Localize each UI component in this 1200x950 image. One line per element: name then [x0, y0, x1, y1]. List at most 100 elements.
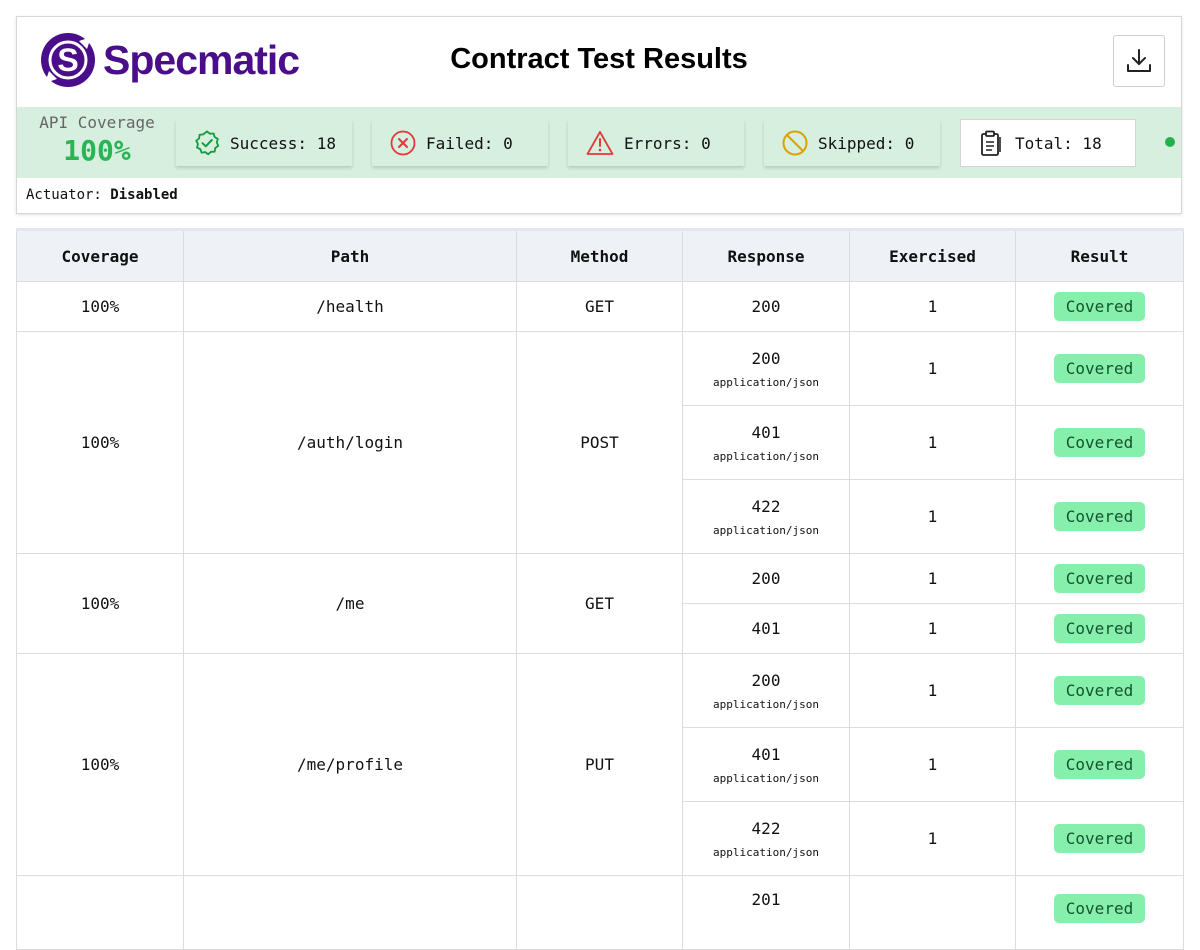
total-count: Total: 18: [1015, 133, 1102, 153]
failed-count: Failed: 0: [426, 133, 513, 153]
response-cell: 200: [682, 553, 850, 604]
response-content-type: application/json: [713, 697, 819, 711]
skipped-count: Skipped: 0: [818, 133, 915, 153]
method-cell: GET: [516, 281, 683, 332]
response-cell: 200 application/json: [682, 653, 850, 728]
result-cell: Covered: [1015, 479, 1184, 554]
page-title: Contract Test Results: [450, 43, 748, 75]
path-cell: /me: [183, 553, 517, 654]
covered-badge: Covered: [1053, 502, 1146, 531]
x-circle-icon: [390, 130, 416, 156]
response-status: 401: [751, 619, 781, 638]
status-ok-indicator: [1165, 137, 1175, 147]
errors-count: Errors: 0: [624, 133, 711, 153]
exercised-cell: 1: [849, 801, 1016, 876]
covered-badge: Covered: [1053, 564, 1146, 593]
coverage-label: API Coverage: [39, 113, 155, 132]
response-status: 200: [751, 297, 781, 316]
check-circle-icon: [194, 130, 220, 156]
response-status: 200: [751, 670, 781, 690]
response-status: 401: [751, 744, 781, 764]
download-icon: [1127, 49, 1151, 72]
total-filter[interactable]: Total: 18: [960, 119, 1136, 167]
method-cell: POST: [516, 331, 683, 554]
coverage-cell: 100%: [16, 281, 184, 332]
header: S Specmatic Contract Test Results: [17, 17, 1181, 107]
path-cell: /auth/login: [183, 331, 517, 554]
response-status: 200: [751, 569, 781, 588]
column-header-exercised[interactable]: Exercised: [849, 229, 1016, 282]
api-coverage: API Coverage 100%: [31, 113, 163, 167]
exercised-cell: 1: [849, 727, 1016, 802]
exercised-cell: 1: [849, 331, 1016, 406]
actuator-status: Actuator: Disabled: [26, 187, 178, 203]
result-cell: Covered: [1015, 801, 1184, 876]
download-button[interactable]: [1113, 35, 1165, 87]
table-row[interactable]: 100% /auth/login POST 200 application/jso…: [16, 331, 1184, 554]
covered-badge: Covered: [1053, 292, 1146, 321]
exercised-cell: 1: [849, 405, 1016, 480]
path-cell: /health: [183, 281, 517, 332]
coverage-cell: [16, 875, 184, 950]
response-cell: 401 application/json: [682, 727, 850, 802]
response-cell: 200 application/json: [682, 331, 850, 406]
response-content-type: application/json: [713, 523, 819, 537]
coverage-cell: 100%: [16, 331, 184, 554]
response-content-type: application/json: [713, 375, 819, 389]
coverage-cell: 100%: [16, 653, 184, 876]
result-cell: Covered: [1015, 553, 1184, 604]
method-cell: GET: [516, 553, 683, 654]
prohibited-icon: [782, 130, 808, 156]
result-cell: Covered: [1015, 331, 1184, 406]
skipped-filter[interactable]: Skipped: 0: [764, 120, 940, 166]
result-cell: Covered: [1015, 727, 1184, 802]
response-content-type: application/json: [713, 449, 819, 463]
response-status: 200: [751, 348, 781, 368]
method-cell: PUT: [516, 653, 683, 876]
result-cell: Covered: [1015, 653, 1184, 728]
covered-badge: Covered: [1053, 614, 1146, 643]
actuator-value: Disabled: [110, 187, 178, 203]
response-cell: 201: [682, 875, 850, 950]
column-header-coverage[interactable]: Coverage: [16, 229, 184, 282]
table-row[interactable]: 201 Covered: [16, 875, 1184, 950]
table-row[interactable]: 100% /me GET 200 1 Covered: [16, 553, 1184, 654]
failed-filter[interactable]: Failed: 0: [372, 120, 548, 166]
success-count: Success: 18: [230, 133, 336, 153]
exercised-cell: 1: [849, 603, 1016, 654]
response-cell: 200: [682, 281, 850, 332]
response-status: 422: [751, 818, 781, 838]
report-header-card: S Specmatic Contract Test Results API Co…: [16, 16, 1182, 214]
warning-triangle-icon: [586, 130, 614, 156]
response-content-type: application/json: [713, 845, 819, 859]
response-content-type: application/json: [713, 771, 819, 785]
response-status: 422: [751, 496, 781, 516]
method-cell: [516, 875, 683, 950]
success-filter[interactable]: Success: 18: [176, 120, 352, 166]
result-cell: Covered: [1015, 405, 1184, 480]
result-cell: Covered: [1015, 603, 1184, 654]
column-header-path[interactable]: Path: [183, 229, 517, 282]
table-row[interactable]: 100% /me/profile PUT 200 application/json…: [16, 653, 1184, 876]
column-header-response[interactable]: Response: [682, 229, 850, 282]
coverage-value: 100%: [63, 134, 131, 167]
exercised-cell: 1: [849, 553, 1016, 604]
column-header-result[interactable]: Result: [1015, 229, 1184, 282]
coverage-cell: 100%: [16, 553, 184, 654]
response-cell: 422 application/json: [682, 801, 850, 876]
column-header-method[interactable]: Method: [516, 229, 683, 282]
response-status: 401: [751, 422, 781, 442]
path-cell: [183, 875, 517, 950]
clipboard-icon: [979, 129, 1005, 157]
covered-badge: Covered: [1053, 676, 1146, 705]
covered-badge: Covered: [1053, 428, 1146, 457]
result-cell: Covered: [1015, 875, 1184, 950]
errors-filter[interactable]: Errors: 0: [568, 120, 744, 166]
covered-badge: Covered: [1053, 894, 1146, 923]
covered-badge: Covered: [1053, 354, 1146, 383]
table-header-row: Coverage Path Method Response Exercised …: [16, 229, 1184, 282]
exercised-cell: 1: [849, 653, 1016, 728]
summary-bar: API Coverage 100% Success: 18 Failed: 0 …: [17, 107, 1181, 178]
actuator-label: Actuator:: [26, 187, 102, 203]
table-row[interactable]: 100% /health GET 200 1 Covered: [16, 281, 1184, 332]
